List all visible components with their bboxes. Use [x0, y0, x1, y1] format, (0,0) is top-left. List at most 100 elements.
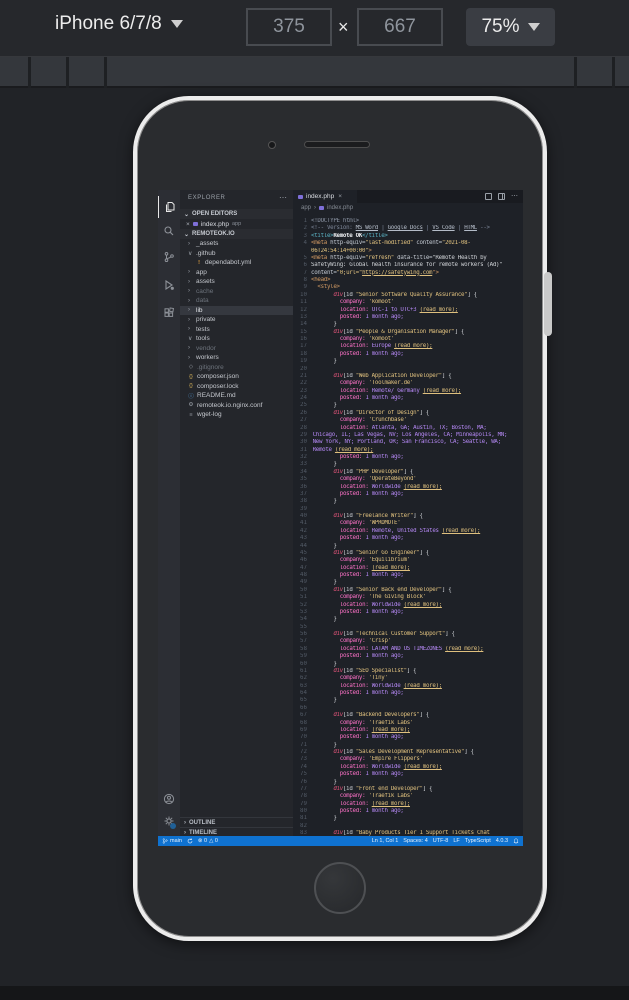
code-line[interactable]: 7 content="0;url="https://safetywing.com"…: [293, 270, 523, 277]
tree-item--gitignore[interactable]: ◇ .gitignore: [180, 363, 293, 373]
code-line[interactable]: 1 <!DOCTYPE html>: [293, 218, 523, 225]
breadcrumb-folder[interactable]: app: [301, 205, 311, 211]
code-line[interactable]: 55: [293, 624, 523, 631]
code-line[interactable]: 69 location: (read more);: [293, 727, 523, 734]
tree-item--assets[interactable]: › _assets: [180, 239, 293, 249]
code-line[interactable]: 12 location: UTC-1 to UTC+3 (read more);: [293, 307, 523, 314]
code-line[interactable]: 72 div[id "Sales Development Representati…: [293, 749, 523, 756]
code-line[interactable]: 37 posted: 1 month ago;: [293, 491, 523, 498]
code-line[interactable]: 39: [293, 506, 523, 513]
code-editor[interactable]: 1 <!DOCTYPE html> 2 <!-- Version: MS Word |…: [293, 218, 523, 838]
code-line[interactable]: 62 company: 'Tiny': [293, 675, 523, 682]
code-line[interactable]: 42 location: Remote, United States (read …: [293, 528, 523, 535]
code-line[interactable]: 46 company: 'Equilibrium': [293, 557, 523, 564]
code-line[interactable]: 61 div[id "SEO Specialist"] {: [293, 668, 523, 675]
code-line[interactable]: 3 <title>Remote OK</title>: [293, 233, 523, 240]
code-line[interactable]: 45 div[id "Senior Go Engineer"] {: [293, 550, 523, 557]
tree-item-dependabot-yml[interactable]: ! dependabot.yml: [180, 258, 293, 268]
code-line[interactable]: 60}: [293, 661, 523, 668]
tree-item-remoteok-io-nginx-conf[interactable]: ⚙ remoteok.io.nginx.conf: [180, 401, 293, 411]
code-line[interactable]: 32 posted: 1 month ago;: [293, 454, 523, 461]
code-line[interactable]: 23 location: Remote/ Germany (read more);: [293, 388, 523, 395]
account-icon[interactable]: [158, 788, 180, 810]
code-line[interactable]: 70 posted: 1 month ago;: [293, 734, 523, 741]
phone-home-button[interactable]: [314, 862, 366, 914]
tree-item-wget-log[interactable]: ≡ wget-log: [180, 410, 293, 420]
code-line[interactable]: 47 location: (read more);: [293, 565, 523, 572]
code-line[interactable]: 16 company: 'komoot': [293, 336, 523, 343]
workspace-section[interactable]: ⌄ REMOTEOK.IO: [180, 229, 293, 239]
branch-status[interactable]: main: [162, 838, 182, 844]
explorer-icon[interactable]: [158, 196, 180, 218]
tree-item-lib[interactable]: › lib: [180, 305, 293, 315]
status-item[interactable]: LF: [453, 838, 459, 844]
code-line[interactable]: 41 company: 'WPROMOTE': [293, 520, 523, 527]
notifications-bell-icon[interactable]: [513, 838, 519, 844]
tree-item-workers[interactable]: › workers: [180, 353, 293, 363]
open-editors-section[interactable]: ⌄ OPEN EDITORS: [180, 209, 293, 219]
code-line[interactable]: 22 company: 'Toolmaker.de': [293, 380, 523, 387]
code-line[interactable]: 34 div[id "PHP Developer"] {: [293, 469, 523, 476]
code-line[interactable]: 71}: [293, 742, 523, 749]
breadcrumb-file[interactable]: index.php: [327, 205, 353, 211]
status-item[interactable]: UTF-8: [433, 838, 449, 844]
more-actions-icon[interactable]: ⋯: [511, 192, 519, 200]
close-icon[interactable]: ×: [186, 221, 190, 228]
code-line[interactable]: 50 div[id "Senior Back end Developer"] {: [293, 587, 523, 594]
code-line[interactable]: 68 company: 'Traefik Labs': [293, 720, 523, 727]
code-line[interactable]: 35 company: 'OperateBeyond': [293, 476, 523, 483]
code-line[interactable]: 17 location: Europe (read more);: [293, 343, 523, 350]
code-line[interactable]: 24 posted: 1 month ago;: [293, 395, 523, 402]
tree-item-vendor[interactable]: › vendor: [180, 344, 293, 354]
code-line[interactable]: 8 <head>: [293, 277, 523, 284]
more-actions-icon[interactable]: ⋯: [279, 193, 287, 202]
tree-item--github[interactable]: ∨ .github: [180, 249, 293, 259]
code-line[interactable]: 80 posted: 1 month ago;: [293, 808, 523, 815]
split-editor-icon[interactable]: [498, 192, 505, 200]
code-line[interactable]: 64 posted: 1 month ago;: [293, 690, 523, 697]
open-editor-item-index-php[interactable]: × index.php app: [180, 219, 293, 229]
status-item[interactable]: 4.0.3: [496, 838, 508, 844]
code-line[interactable]: 54}: [293, 616, 523, 623]
code-line[interactable]: 58 location: LATAM AND US TIMEZONES (read…: [293, 646, 523, 653]
code-line[interactable]: 38}: [293, 498, 523, 505]
code-line[interactable]: 82: [293, 823, 523, 830]
tree-item-composer-lock[interactable]: {} composer.lock: [180, 382, 293, 392]
code-line[interactable]: 59 posted: 1 month ago;: [293, 653, 523, 660]
code-line[interactable]: 52 location: Worldwide (read more);: [293, 602, 523, 609]
viewport-height-input[interactable]: 667: [357, 8, 443, 46]
code-line[interactable]: 36 location: Worldwide (read more);: [293, 484, 523, 491]
tree-item-assets[interactable]: › assets: [180, 277, 293, 287]
code-line[interactable]: 44}: [293, 543, 523, 550]
source-control-icon[interactable]: [158, 246, 180, 268]
code-line[interactable]: 06T24:54:14+00:00">: [293, 248, 523, 255]
run-debug-icon[interactable]: [158, 274, 180, 296]
device-type-select[interactable]: iPhone 6/7/8: [55, 13, 183, 35]
tree-item-tests[interactable]: › tests: [180, 325, 293, 335]
code-line[interactable]: 63 location: Worldwide (read more);: [293, 683, 523, 690]
code-line[interactable]: 81}: [293, 815, 523, 822]
tree-item-tools[interactable]: ∨ tools: [180, 334, 293, 344]
code-line[interactable]: 51 company: 'The Giving Block': [293, 594, 523, 601]
tree-item-private[interactable]: › private: [180, 315, 293, 325]
code-line[interactable]: 28 location: Atlanta, GA; Austin, TX; Bos…: [293, 425, 523, 432]
code-line[interactable]: 33}: [293, 461, 523, 468]
code-line[interactable]: 11 company: 'komoot': [293, 299, 523, 306]
code-line[interactable]: 76}: [293, 779, 523, 786]
code-line[interactable]: 65}: [293, 697, 523, 704]
code-line[interactable]: 18 posted: 1 month ago;: [293, 351, 523, 358]
code-line[interactable]: 20: [293, 366, 523, 373]
code-line[interactable]: 57 company: 'Crisp': [293, 638, 523, 645]
code-line[interactable]: 19}: [293, 358, 523, 365]
tree-item-data[interactable]: › data: [180, 296, 293, 306]
code-line[interactable]: 27 company: 'Crunchbase': [293, 417, 523, 424]
problems-status[interactable]: ⊗ 0 △ 0: [198, 838, 218, 844]
code-line[interactable]: 49}: [293, 579, 523, 586]
code-line[interactable]: 67 div[id "Backend Developers"] {: [293, 712, 523, 719]
code-line[interactable]: 31 Remote (read more);: [293, 447, 523, 454]
code-line[interactable]: 75 posted: 1 month ago;: [293, 771, 523, 778]
viewport-width-input[interactable]: 375: [246, 8, 332, 46]
settings-gear-icon[interactable]: [158, 810, 180, 832]
close-icon[interactable]: ×: [338, 193, 342, 200]
status-item[interactable]: Spaces: 4: [403, 838, 427, 844]
